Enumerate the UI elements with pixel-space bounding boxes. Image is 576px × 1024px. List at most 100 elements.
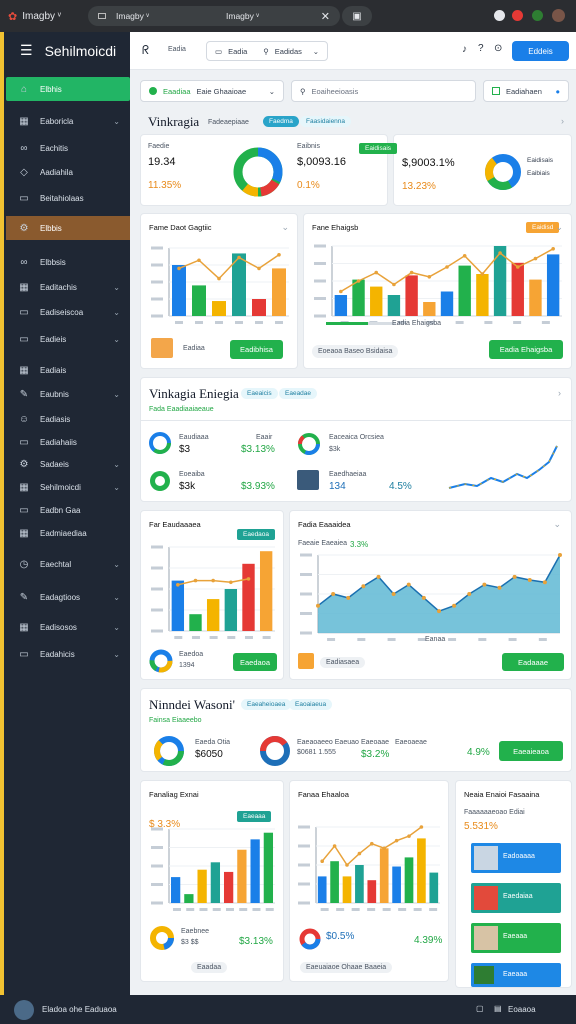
sidebar-item[interactable]: ▦ Eaboricla ⌄ [6,109,130,133]
chart-right-title: Fane Ehaigsb [312,223,359,232]
sidebar-item[interactable]: ⚙ Elbbis [6,216,130,240]
settings-icon[interactable]: ⊙ [494,43,502,54]
range-track[interactable] [326,322,396,325]
sidebar-item[interactable]: ✎ Eadagtioos ⌄ [6,585,130,609]
sidebar-item-label: Eadieis [40,334,67,344]
sidebar-item[interactable]: ∞ Eachitis [6,136,130,160]
list-item-label: Eadoaaaa [503,853,535,860]
x-tick-label [275,321,283,324]
bell-icon[interactable]: ♪ [462,44,467,55]
chart-right-chip: Eoeaoa Baseo Bsidaisa [312,345,399,358]
chevron-down-icon[interactable]: ⌄ [555,222,563,233]
range-value: Eaie Ghaaioae [196,86,247,96]
x-tick-label [209,636,218,639]
sidebar-item[interactable]: ☺ Eadiasis [6,407,130,431]
y-tick-label [298,825,310,829]
sidebar-item[interactable]: ⌂ Elbhis [6,77,130,101]
sidebar-item[interactable]: ⚙ Sadaeis ⌄ [6,452,130,476]
list-item[interactable]: Eaeaaa [471,923,561,953]
kpi3-change: 13.23% [402,181,436,192]
data-point [382,846,386,851]
list-item[interactable]: Eaedaiaa [471,883,561,913]
data-point [452,603,457,608]
chevron-right-icon[interactable]: › [558,388,561,398]
bar-card-label: Eaedoa [179,651,204,658]
help-icon[interactable]: ? [478,43,484,54]
data-point [462,254,467,258]
section3-badge1[interactable]: Eaeaheioaea [241,699,292,710]
sidebar-item[interactable]: ▭ Eadbn Gaa [6,498,130,522]
kpi3-legend: Eaidisais Eaibiais [527,157,553,177]
area-card-button[interactable]: Eadaaae [502,653,564,671]
area-card-xlabel: Eanaa [425,636,446,643]
footer-text: Eladoa ohe Eaduaoa [42,1005,117,1014]
sidebar-item[interactable]: ◷ Eaechtal ⌄ [6,552,130,576]
export-select[interactable]: Eadiahaen ● [483,80,569,102]
sidebar-item-label: Eadiasis [40,414,71,424]
y-tick-label [151,901,163,905]
x-tick-label [191,636,200,639]
sidebar-item[interactable]: ▭ Eadahicis ⌄ [6,642,130,666]
topbar-filter1[interactable]: Eadia [168,46,186,53]
sidebar-item[interactable]: ▭ Eadieis ⌄ [6,327,130,351]
sidebar-item[interactable]: ▦ Eaditachis ⌄ [6,275,130,299]
window-icon[interactable]: ▢ [476,1004,484,1013]
notification-icon[interactable] [512,10,523,21]
section2-badge2[interactable]: Eaeadae [279,388,318,399]
section1-badge1[interactable]: Faedma [263,116,299,127]
data-point [512,574,517,579]
sidebar-item[interactable]: ▭ Beitahiolaas [6,186,130,210]
range-select[interactable]: Eaadiaa Eaie Ghaaioae ⌄ [140,80,284,102]
extension-button[interactable]: ▣ [342,6,372,26]
chart-left-button[interactable]: Eadibhisa [230,340,283,359]
card-icon: ▭ [19,504,29,516]
primary-button[interactable]: Eddeis [512,41,569,61]
sidebar-item[interactable]: ◇ Aadiahila [6,160,130,184]
data-point [237,255,241,260]
list-item[interactable]: Eaeaaa [471,963,561,987]
sidebar-item[interactable]: ✎ Eaubnis ⌄ [6,382,130,406]
menu-icon[interactable]: ☰ [20,42,33,59]
footer-right[interactable]: Eoaaoa [508,1005,536,1014]
y-tick-label [151,629,163,633]
list-item[interactable]: Eadoaaaa [471,843,561,873]
avatar[interactable] [552,9,565,22]
topbar-filter-select[interactable]: ▭ Eadia ⚲ Eadidas ⌄ [206,41,328,61]
sidebar-item[interactable]: ▦ Eadmiaediaa [6,521,130,545]
address-bar[interactable]: Imagby ᵛ Imagby ᵛ ✕ [88,6,340,26]
search-input[interactable]: ⚲ Eoaiheeioasis [291,80,476,102]
close-icon[interactable]: ✕ [321,10,330,23]
thumbnail-icon [298,653,314,669]
data-point [498,251,502,255]
extension-icon[interactable] [532,10,543,21]
chevron-right-icon[interactable]: › [561,116,564,126]
chart-right-button[interactable]: Eadia Ehaigsba [489,340,563,359]
chevron-down-icon[interactable]: ⌄ [553,519,561,530]
account-icon[interactable] [494,10,505,21]
section2-badge1[interactable]: Eaeaicis [241,388,278,399]
x-tick-label [538,638,547,641]
sidebar-item[interactable]: ∞ Elbbsis [6,250,130,274]
browser-tab[interactable]: ✿ Imagby ᵛ [8,6,82,26]
sidebar-item[interactable]: ▦ Eadiais [6,358,130,382]
bar [184,894,194,903]
section3-badge2[interactable]: Eaoaiaeua [289,699,333,710]
grid-icon: ▦ [19,527,29,539]
y-tick-label [151,846,163,849]
list-icon[interactable]: ▤ [494,1004,502,1013]
y-tick-label [151,246,163,250]
section3-button[interactable]: Eaeaieaoa [499,741,563,761]
stat1-change: $3.13% [241,444,275,455]
sidebar-item[interactable]: ▭ Eadiseiscoa ⌄ [6,300,130,324]
bar-card-button[interactable]: Eaedaoa [233,653,277,671]
sidebar-item[interactable]: ▦ Sehilmoicdi ⌄ [6,475,130,499]
x-tick-label [265,908,274,911]
sidebar-item[interactable]: ▭ Eadiahaiis [6,430,130,454]
section3-title: Ninndei Wasoni' [149,697,235,712]
sidebar-item[interactable]: ▦ Eadisosos ⌄ [6,615,130,639]
section1-badge2[interactable]: Faasidaienna [300,116,352,127]
sidebar-item-label: Eachitis [40,143,69,153]
data-point [409,270,414,275]
avatar[interactable] [14,1000,34,1020]
chevron-down-icon[interactable]: ⌄ [281,222,289,233]
